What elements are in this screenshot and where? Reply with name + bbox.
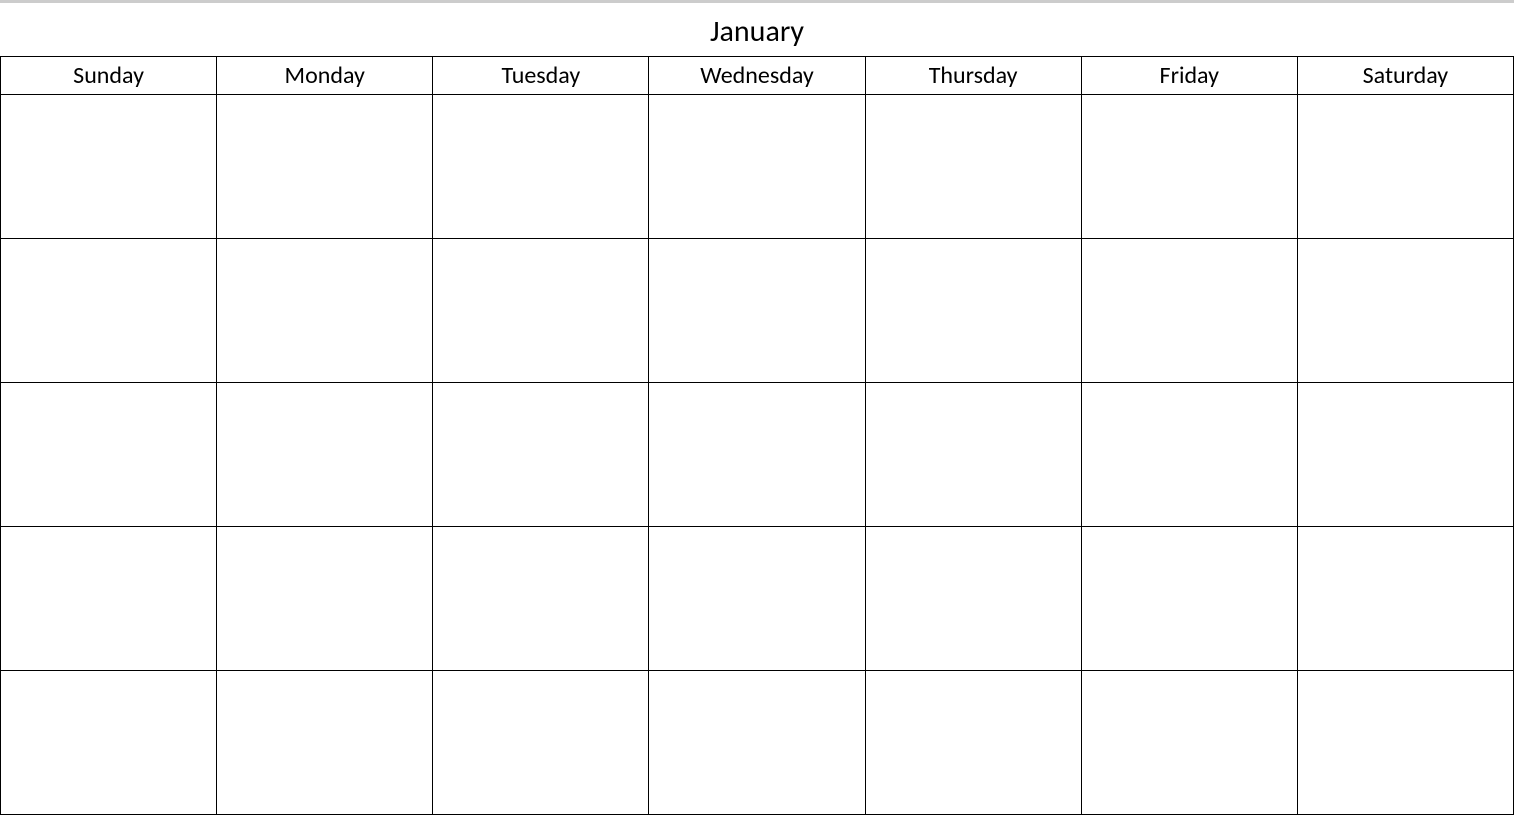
day-cell — [865, 671, 1081, 815]
day-cell — [865, 95, 1081, 239]
day-cell — [1081, 527, 1297, 671]
day-cell — [1, 527, 217, 671]
day-cell — [1, 239, 217, 383]
day-cell — [433, 671, 649, 815]
day-cell — [217, 671, 433, 815]
day-cell — [217, 383, 433, 527]
day-cell — [865, 383, 1081, 527]
day-cell — [1297, 383, 1513, 527]
day-header-row: Sunday Monday Tuesday Wednesday Thursday… — [1, 57, 1514, 95]
day-cell — [1081, 239, 1297, 383]
day-header-thursday: Thursday — [865, 57, 1081, 95]
day-cell — [649, 239, 865, 383]
day-header-wednesday: Wednesday — [649, 57, 865, 95]
calendar-container: January Sunday Monday Tuesday Wednesday … — [0, 9, 1514, 815]
day-cell — [1081, 671, 1297, 815]
week-row — [1, 383, 1514, 527]
day-cell — [1, 671, 217, 815]
day-cell — [649, 383, 865, 527]
day-cell — [1081, 383, 1297, 527]
day-header-sunday: Sunday — [1, 57, 217, 95]
month-title: January — [0, 9, 1514, 56]
day-cell — [217, 527, 433, 671]
day-cell — [1297, 527, 1513, 671]
day-cell — [1, 95, 217, 239]
day-cell — [865, 239, 1081, 383]
day-cell — [1, 383, 217, 527]
calendar-body — [1, 95, 1514, 815]
day-cell — [433, 239, 649, 383]
day-cell — [433, 95, 649, 239]
day-header-tuesday: Tuesday — [433, 57, 649, 95]
day-header-monday: Monday — [217, 57, 433, 95]
day-cell — [1297, 95, 1513, 239]
week-row — [1, 527, 1514, 671]
calendar-table: Sunday Monday Tuesday Wednesday Thursday… — [0, 56, 1514, 815]
day-cell — [217, 239, 433, 383]
week-row — [1, 239, 1514, 383]
day-cell — [865, 527, 1081, 671]
day-cell — [649, 95, 865, 239]
day-header-saturday: Saturday — [1297, 57, 1513, 95]
day-cell — [433, 383, 649, 527]
week-row — [1, 95, 1514, 239]
day-cell — [217, 95, 433, 239]
day-cell — [649, 671, 865, 815]
day-cell — [649, 527, 865, 671]
day-cell — [1297, 671, 1513, 815]
day-header-friday: Friday — [1081, 57, 1297, 95]
day-cell — [1297, 239, 1513, 383]
day-cell — [1081, 95, 1297, 239]
week-row — [1, 671, 1514, 815]
day-cell — [433, 527, 649, 671]
